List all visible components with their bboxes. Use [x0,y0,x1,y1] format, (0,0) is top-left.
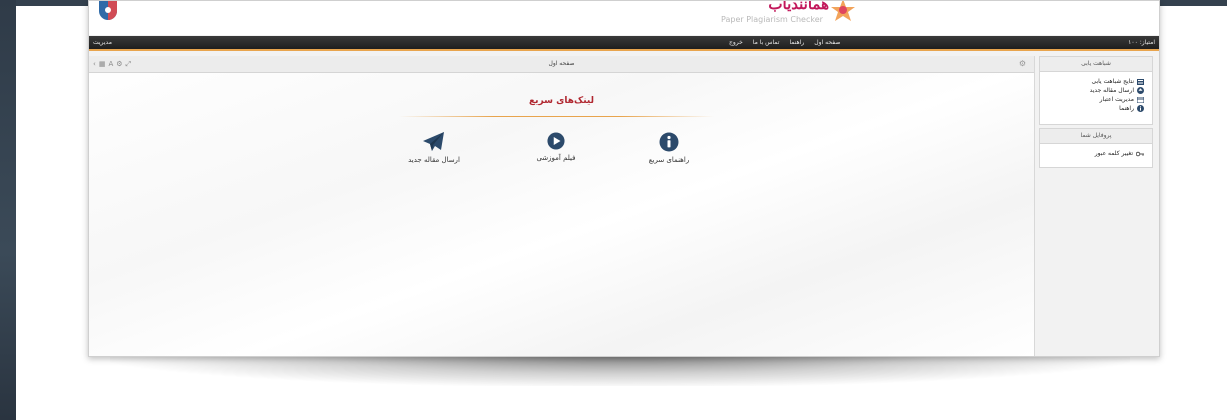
sidebar-box-title: پروفایل شما [1040,129,1152,144]
menu-home[interactable]: صفحه اول [814,36,840,49]
panel-header: ‹ ▦ A ⚙ ⤢ صفحه اول ⚙ [89,56,1034,73]
menu-help[interactable]: راهنما [789,36,804,49]
quick-link-guide[interactable]: راهنمای سریع [624,132,714,164]
sidebar-item-label: نتایج شباهت یابی [1091,78,1134,85]
quick-link-label: ارسال مقاله جدید [408,156,460,164]
user-menu[interactable]: مدیریت [93,36,112,49]
brand-title: همانندیاب [768,0,829,13]
upload-icon [1137,87,1144,94]
brand-logo: همانندیاب Paper Plagiarism Checker [709,1,879,31]
help-icon [1137,105,1144,112]
sidebar-item-help[interactable]: راهنما [1040,104,1152,113]
paper-plane-icon [423,132,444,151]
menu-logout[interactable]: خروج [729,36,743,49]
sidebar-item-label: راهنما [1119,105,1134,112]
panel-title: صفحه اول [548,60,575,67]
brand-subtitle: Paper Plagiarism Checker [721,15,823,24]
right-sidebar: شباهت یابی نتایج شباهت یابی ارسال مقاله … [1039,56,1153,356]
screen-shadow [110,352,1130,386]
main-panel: ‹ ▦ A ⚙ ⤢ صفحه اول ⚙ لینک‌های سریع راهنم… [89,56,1035,356]
list-icon [1137,78,1144,85]
quick-link-label: راهنمای سریع [648,156,690,164]
similarity-box: شباهت یابی نتایج شباهت یابی ارسال مقاله … [1039,56,1153,125]
site-header: همانندیاب Paper Plagiarism Checker [89,1,1159,35]
sidebar-item-new-paper[interactable]: ارسال مقاله جدید [1040,86,1152,95]
panel-gear-icon[interactable]: ⚙ [1019,56,1026,72]
main-menu: صفحه اول راهنما تماس با ما خروج [729,36,840,49]
credit-display: امتیاز: ۱۰۰ [1128,39,1155,46]
quick-links-divider [399,116,714,117]
sidebar-item-label: تغییر کلمه عبور [1094,150,1133,157]
sidebar-box-title: شباهت یابی [1040,57,1152,72]
info-circle-icon [659,132,679,152]
sidebar-item-label: مدیریت اعتبار [1099,96,1134,103]
quick-links-title: لینک‌های سریع [529,96,594,106]
star-logo-icon [831,1,855,21]
credit-card-icon [1137,96,1144,103]
sidebar-item-results[interactable]: نتایج شباهت یابی [1040,77,1152,86]
sidebar-item-label: ارسال مقاله جدید [1089,87,1134,94]
menu-contact[interactable]: تماس با ما [753,36,780,49]
quick-link-label: فیلم آموزشی [536,154,576,162]
quick-link-new-paper[interactable]: ارسال مقاله جدید [389,132,479,164]
profile-box: پروفایل شما تغییر کلمه عبور [1039,128,1153,168]
top-navbar: مدیریت صفحه اول راهنما تماس با ما خروج ا… [89,36,1159,51]
app-window: همانندیاب Paper Plagiarism Checker مدیری… [88,0,1160,357]
sidebar-item-credit[interactable]: مدیریت اعتبار [1040,95,1152,104]
site-logo-icon [99,1,117,20]
desktop-left-edge [0,0,16,420]
sidebar-item-change-password[interactable]: تغییر کلمه عبور [1040,149,1152,158]
play-circle-icon [547,132,565,150]
quick-link-video[interactable]: فیلم آموزشی [511,132,601,162]
key-icon [1136,151,1144,156]
